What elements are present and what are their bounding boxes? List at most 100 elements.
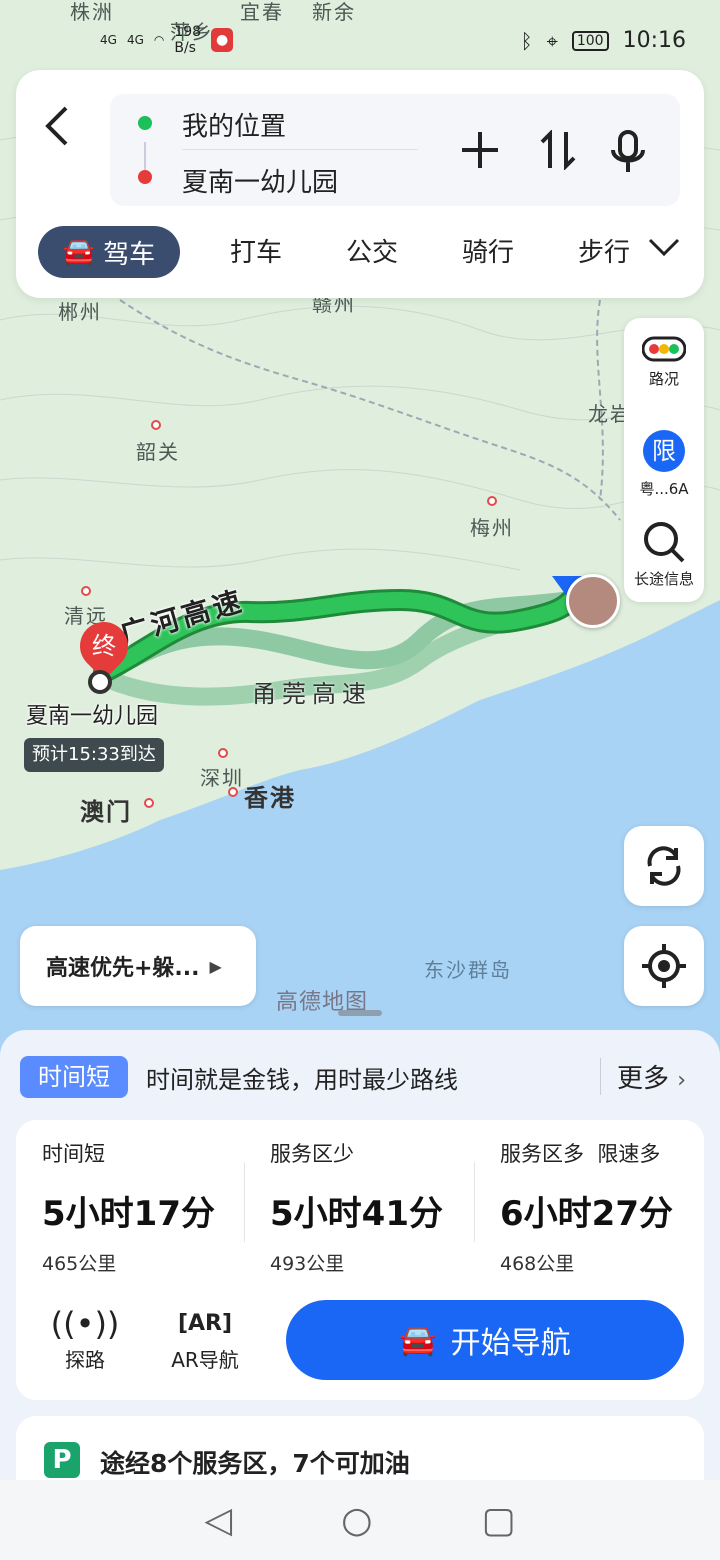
system-nav-bar: ◁ ○ ▢ [0,1480,720,1560]
start-label: 开始导航 [450,1326,571,1361]
tab-bike[interactable]: 骑行 [462,232,514,269]
nav-home-button[interactable]: ○ [341,1500,372,1541]
place-label: 香港 [244,784,296,812]
divider [182,149,418,150]
locate-button[interactable] [624,926,704,1006]
divider [244,1162,245,1242]
city-dot [81,586,91,596]
tab-taxi[interactable]: 打车 [230,232,282,269]
car-icon: 🚘 [399,1322,437,1358]
divider [474,1162,475,1242]
ar-navigation-button[interactable]: [AR] AR导航 [160,1304,250,1373]
city-dot [487,496,497,506]
recording-icon: ● [211,28,234,52]
signal-icon: 4G [126,33,144,47]
place-label: 东沙群岛 [424,958,512,982]
refresh-route-button[interactable] [624,826,704,906]
preference-label: 高速优先+躲... [46,956,200,981]
back-button[interactable] [42,104,82,148]
route-distance: 465公里 [42,1253,117,1275]
route-distance: 493公里 [270,1253,345,1275]
tool-label: AR导航 [171,1348,239,1372]
destination-pin-label: 终 [92,632,116,660]
wifi-icon: ◠ [153,33,165,47]
tab-drive[interactable]: 🚘 驾车 [38,226,180,278]
long-trip-label: 长途信息 [633,570,694,588]
bluetooth-icon: ᛒ [520,28,533,53]
transport-mode-tabs: 🚘 驾车 打车 公交 骑行 步行 [38,226,698,278]
parking-icon: P [44,1442,80,1478]
restriction-button[interactable]: 限 粤...6A [624,430,704,499]
route-label: 时间短 [42,1142,105,1166]
more-label: 更多 [617,1064,670,1094]
city-dot [218,748,228,758]
traffic-label: 路况 [648,370,679,388]
route-label: 服务区多 限速多 [500,1142,661,1166]
tab-label: 驾车 [103,239,156,270]
chevron-right-icon: › [677,1068,687,1093]
status-bar: 4G 4G ◠ 198 B/s ● ᛒ ⌖ 100 10:16 [0,0,720,70]
voice-button[interactable] [606,130,650,181]
place-label: 郴州 [58,300,102,324]
plus-icon [462,132,498,168]
tab-walk[interactable]: 步行 [578,232,630,269]
route-preference-button[interactable]: 高速优先+躲... ▶ [20,926,256,1006]
battery-icon: 100 [571,30,609,51]
traffic-button[interactable]: 路况 [624,336,704,389]
service-area-text: 途经8个服务区，7个可加油 [100,1449,410,1478]
car-icon: 🚘 [62,237,96,267]
tab-bus[interactable]: 公交 [346,232,398,269]
chevron-left-icon [45,106,68,146]
nav-recents-button[interactable]: ▢ [481,1500,515,1541]
route-type-tag: 时间短 [20,1056,128,1098]
swap-icon [540,129,576,171]
place-label: 梅州 [470,516,514,540]
route-option-2[interactable]: 服务区少 5小时41分 493公里 [270,1138,490,1276]
network-speed: 198 B/s [174,24,202,56]
expand-modes-button[interactable] [648,232,680,269]
clock: 10:16 [622,28,686,53]
route-option-3[interactable]: 服务区多 限速多 6小时27分 468公里 [500,1138,700,1276]
locate-icon [642,944,686,988]
nav-back-button[interactable]: ◁ [204,1500,232,1541]
destination-label: 夏南一幼儿园 [26,704,159,729]
route-tagline: 时间就是金钱，用时最少路线 [146,1066,458,1094]
ar-icon: [AR] [177,1311,233,1336]
destination-point [88,670,112,694]
route-label: 服务区少 [270,1142,354,1166]
route-distance: 468公里 [500,1253,575,1275]
route-option-1[interactable]: 时间短 5小时17分 465公里 [42,1138,262,1276]
route-duration: 5小时17分 [42,1194,215,1234]
play-arrow-icon: ▶ [209,956,222,976]
broadcast-icon: ((•)) [50,1305,120,1343]
add-waypoint-button[interactable] [458,130,502,177]
user-avatar [566,574,620,628]
start-navigation-button[interactable]: 🚘 开始导航 [286,1300,684,1380]
location-icon: ⌖ [546,28,558,53]
more-routes-button[interactable]: 更多 › [600,1058,686,1095]
refresh-icon [647,846,681,886]
origin-field[interactable]: 我的位置 [182,106,286,143]
restriction-badge-icon: 限 [643,430,685,472]
city-dot [228,787,238,797]
app-root: 株洲 萍乡 宜春 新余 郴州 赣州 韶关 龙岩 梅州 清远 深圳 香港 澳门 东… [0,0,720,1560]
place-label: 韶关 [136,440,180,464]
map-side-toolbar: 路况 限 粤...6A 长途信息 [624,318,704,602]
city-dot [151,420,161,430]
microphone-icon [611,130,645,172]
explore-route-button[interactable]: ((•)) 探路 [40,1304,130,1373]
city-dot [144,798,154,808]
destination-field[interactable]: 夏南一幼儿园 [182,162,338,199]
road-label: 甬莞高速 [252,680,372,708]
panel-drag-handle[interactable] [338,1010,382,1016]
route-duration: 6小时27分 [500,1194,673,1234]
place-label: 深圳 [200,766,244,790]
route-options-card: 时间短 5小时17分 465公里 服务区少 5小时41分 493公里 服务区多 … [16,1120,704,1400]
search-icon [644,522,685,563]
long-trip-button[interactable]: 长途信息 [624,520,704,589]
route-input-box: 我的位置 夏南一幼儿园 [110,94,680,206]
traffic-light-icon [641,336,687,362]
tool-label: 探路 [65,1348,105,1372]
eta-badge: 预计15:33到达 [24,738,164,772]
swap-button[interactable] [536,129,580,177]
